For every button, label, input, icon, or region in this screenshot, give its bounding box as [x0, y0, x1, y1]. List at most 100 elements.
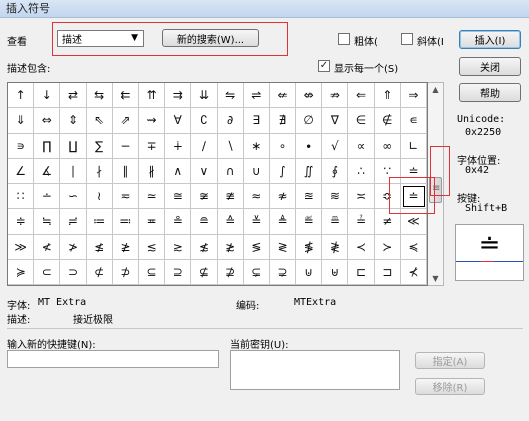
symbol-cell[interactable]: ≞: [322, 209, 349, 235]
symbol-cell[interactable]: ≶: [243, 234, 270, 260]
symbol-cell[interactable]: ∊: [400, 108, 427, 134]
symbol-cell[interactable]: ≂: [112, 184, 139, 210]
symbol-cell[interactable]: ≴: [191, 234, 218, 260]
symbol-cell[interactable]: ⊎: [322, 259, 349, 285]
current-key-list[interactable]: [230, 350, 400, 390]
symbol-cell[interactable]: ∘: [269, 133, 297, 159]
symbol-cell[interactable]: ⇐: [348, 83, 375, 109]
symbol-cell[interactable]: ∗: [243, 133, 270, 159]
symbol-cell[interactable]: ⇏: [322, 83, 349, 109]
symbol-cell[interactable]: ≗: [165, 209, 192, 235]
symbol-cell[interactable]: ↑: [8, 83, 35, 109]
symbol-cell[interactable]: ⊇: [165, 259, 192, 285]
symbol-cell[interactable]: ∓: [138, 133, 166, 159]
symbol-cell[interactable]: ∐: [60, 133, 87, 159]
symbol-cell[interactable]: ≵: [217, 234, 244, 260]
symbol-cell[interactable]: ⇕: [60, 108, 87, 134]
remove-button[interactable]: 移除(R): [415, 378, 485, 395]
symbol-cell[interactable]: ≹: [322, 234, 349, 260]
symbol-cell[interactable]: ⊆: [138, 259, 166, 285]
symbol-cell[interactable]: ⇗: [112, 108, 139, 134]
symbol-cell[interactable]: ≟: [348, 209, 375, 235]
symbol-cell[interactable]: ⊏: [348, 259, 375, 285]
scroll-up-icon[interactable]: ▲: [428, 85, 443, 94]
symbol-cell[interactable]: ∞: [374, 133, 401, 159]
view-dropdown[interactable]: 描述 ▼: [57, 30, 144, 47]
symbol-cell[interactable]: √: [322, 133, 349, 159]
symbol-cell[interactable]: ⇌: [243, 83, 270, 109]
symbol-cell[interactable]: ≽: [8, 259, 35, 285]
symbol-cell[interactable]: ∸: [34, 184, 61, 210]
symbol-cell[interactable]: ∩: [217, 158, 244, 184]
close-button[interactable]: 关闭: [459, 57, 521, 76]
symbol-cell[interactable]: ∔: [165, 133, 192, 159]
symbol-cell[interactable]: ∡: [34, 158, 61, 184]
symbol-cell[interactable]: ∨: [191, 158, 218, 184]
symbol-cell[interactable]: ⇖: [86, 108, 113, 134]
symbol-cell[interactable]: ≕: [112, 209, 139, 235]
symbol-cell[interactable]: ≚: [243, 209, 270, 235]
symbol-cell[interactable]: ≜: [269, 209, 297, 235]
symbol-cell[interactable]: ∍: [8, 133, 35, 159]
symbol-cell[interactable]: ⇒: [400, 83, 427, 109]
symbol-cell[interactable]: ∣: [60, 158, 87, 184]
symbol-cell[interactable]: ≉: [269, 184, 297, 210]
symbol-cell[interactable]: ∬: [296, 158, 323, 184]
insert-button[interactable]: 插入(I): [459, 30, 521, 49]
scroll-down-icon[interactable]: ▼: [428, 274, 443, 283]
symbol-cell[interactable]: ⇓: [8, 108, 35, 134]
symbol-cell[interactable]: ∽: [60, 184, 87, 210]
symbol-cell[interactable]: ∄: [269, 108, 297, 134]
symbol-cell[interactable]: ⇇: [112, 83, 139, 109]
symbol-cell[interactable]: ⊉: [217, 259, 244, 285]
symbol-cell[interactable]: ⇋: [217, 83, 244, 109]
symbol-cell[interactable]: ≘: [191, 209, 218, 235]
symbol-cell[interactable]: ∟: [400, 133, 427, 159]
symbol-cell[interactable]: ∠: [8, 158, 35, 184]
symbol-cell[interactable]: ∴: [348, 158, 375, 184]
symbol-cell[interactable]: ⇔: [34, 108, 61, 134]
symbol-cell[interactable]: ⊈: [191, 259, 218, 285]
symbol-cell[interactable]: ∮: [322, 158, 349, 184]
symbol-cell[interactable]: ∝: [348, 133, 375, 159]
symbol-cell[interactable]: ⇍: [269, 83, 297, 109]
symbol-cell[interactable]: ∅: [296, 108, 323, 134]
symbol-cell[interactable]: ≳: [165, 234, 192, 260]
symbol-cell[interactable]: ≙: [217, 209, 244, 235]
symbol-cell[interactable]: ≊: [296, 184, 323, 210]
symbol-cell[interactable]: ≷: [269, 234, 297, 260]
symbol-cell[interactable]: ∙: [296, 133, 323, 159]
symbol-cell[interactable]: ∕: [191, 133, 218, 159]
symbol-cell[interactable]: ≼: [400, 234, 427, 260]
symbol-cell[interactable]: ⊍: [296, 259, 323, 285]
symbol-cell[interactable]: ≮: [34, 234, 61, 260]
symbol-cell[interactable]: ≻: [374, 234, 401, 260]
symbol-cell[interactable]: ∥: [112, 158, 139, 184]
symbol-cell[interactable]: ≱: [112, 234, 139, 260]
symbol-cell[interactable]: ∦: [138, 158, 166, 184]
symbol-cell[interactable]: ∈: [348, 108, 375, 134]
symbol-cell[interactable]: ≔: [86, 209, 113, 235]
symbol-cell[interactable]: ∖: [217, 133, 244, 159]
symbol-cell[interactable]: ∀: [165, 108, 192, 134]
symbol-cell[interactable]: ⊃: [60, 259, 87, 285]
symbol-cell[interactable]: ∃: [243, 108, 270, 134]
symbol-cell[interactable]: ⊂: [34, 259, 61, 285]
symbol-cell[interactable]: ⊄: [86, 259, 113, 285]
help-button[interactable]: 帮助: [459, 83, 521, 102]
symbol-cell[interactable]: ≺: [348, 234, 375, 260]
symbol-cell[interactable]: ≲: [138, 234, 166, 260]
symbol-cell[interactable]: ⇝: [138, 108, 166, 134]
new-shortcut-input[interactable]: [7, 350, 219, 368]
symbol-cell[interactable]: ⇈: [138, 83, 166, 109]
symbol-cell[interactable]: ≍: [348, 184, 375, 210]
symbol-cell[interactable]: ≝: [296, 209, 323, 235]
symbol-cell[interactable]: ∷: [8, 184, 35, 210]
symbol-cell[interactable]: ∇: [322, 108, 349, 134]
symbol-cell[interactable]: ∫: [269, 158, 297, 184]
bold-checkbox[interactable]: [338, 33, 350, 45]
symbol-cell[interactable]: ⊋: [269, 259, 297, 285]
symbol-cell[interactable]: ≅: [165, 184, 192, 210]
symbol-cell[interactable]: ≀: [86, 184, 113, 210]
symbol-cell[interactable]: ⇄: [60, 83, 87, 109]
